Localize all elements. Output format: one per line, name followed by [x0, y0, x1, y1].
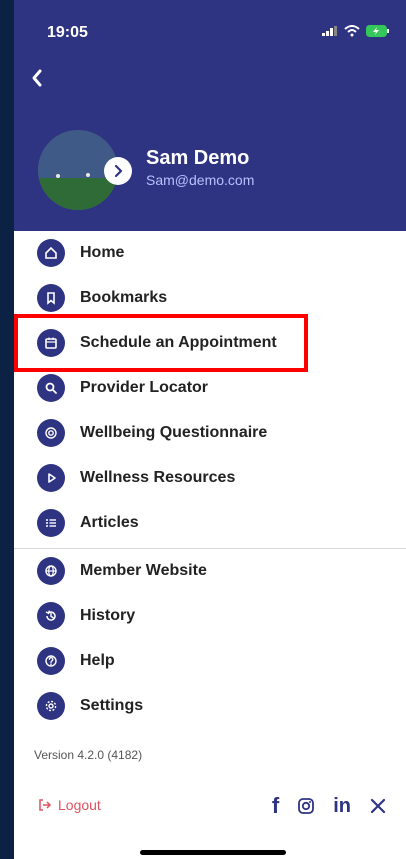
- bookmark-icon: [37, 284, 65, 312]
- menu-item-wellbeing-questionnaire[interactable]: Wellbeing Questionnaire: [14, 411, 406, 455]
- menu-item-label: Settings: [80, 697, 144, 714]
- menu-item-label: Home: [80, 244, 125, 261]
- menu-item-label: Help: [80, 652, 115, 669]
- history-icon: [37, 602, 65, 630]
- logout-icon: [39, 799, 52, 811]
- facebook-icon[interactable]: f: [272, 793, 279, 819]
- menu-item-member-website[interactable]: Member Website: [14, 549, 406, 593]
- chevron-right-icon: [114, 164, 123, 178]
- menu-item-articles[interactable]: Articles: [14, 501, 406, 545]
- menu-item-label: History: [80, 607, 136, 624]
- menu-item-label: Articles: [80, 514, 139, 531]
- menu-item-label: Wellness Resources: [80, 469, 236, 486]
- search-icon: [37, 374, 65, 402]
- status-icons: [322, 25, 390, 37]
- profile-email: Sam@demo.com: [146, 172, 255, 188]
- profile-button[interactable]: [104, 157, 132, 185]
- device-frame: 19:05 Sam Demo Sam@demo.com Home Bookmar…: [0, 0, 406, 859]
- globe-icon: [37, 557, 65, 585]
- logout-button[interactable]: Logout: [38, 797, 101, 813]
- menu-item-label: Bookmarks: [80, 289, 168, 306]
- linkedin-icon[interactable]: in: [333, 795, 351, 818]
- help-icon: [37, 647, 65, 675]
- logout-label: Logout: [58, 797, 101, 813]
- menu-item-wellness-resources[interactable]: Wellness Resources: [14, 456, 406, 500]
- signal-icon: [322, 26, 337, 36]
- status-time: 19:05: [47, 24, 88, 41]
- x-icon[interactable]: [369, 797, 387, 815]
- list-icon: [37, 509, 65, 537]
- instagram-icon[interactable]: [297, 797, 315, 815]
- menu-item-label: Provider Locator: [80, 379, 209, 396]
- social-links: f in: [272, 793, 387, 819]
- profile-header: 19:05 Sam Demo Sam@demo.com: [14, 0, 406, 231]
- menu-item-settings[interactable]: Settings: [14, 684, 406, 728]
- back-button[interactable]: [30, 68, 44, 93]
- selection-highlight: [14, 314, 308, 372]
- settings-icon: [37, 692, 65, 720]
- menu-item-label: Member Website: [80, 562, 207, 579]
- wifi-icon: [344, 25, 360, 37]
- app-version: Version 4.2.0 (4182): [34, 748, 143, 762]
- app-screen: 19:05 Sam Demo Sam@demo.com Home Bookmar…: [14, 0, 406, 859]
- questionnaire-icon: [37, 419, 65, 447]
- home-icon: [37, 239, 65, 267]
- profile-name: Sam Demo: [146, 147, 250, 169]
- menu-item-help[interactable]: Help: [14, 639, 406, 683]
- play-icon: [37, 464, 65, 492]
- home-indicator: [140, 850, 286, 855]
- menu-item-history[interactable]: History: [14, 594, 406, 638]
- battery-icon: [366, 25, 389, 37]
- menu-item-home[interactable]: Home: [14, 231, 406, 275]
- menu-item-provider-locator[interactable]: Provider Locator: [14, 366, 406, 410]
- menu-item-label: Wellbeing Questionnaire: [80, 424, 268, 441]
- chevron-left-icon: [32, 69, 42, 87]
